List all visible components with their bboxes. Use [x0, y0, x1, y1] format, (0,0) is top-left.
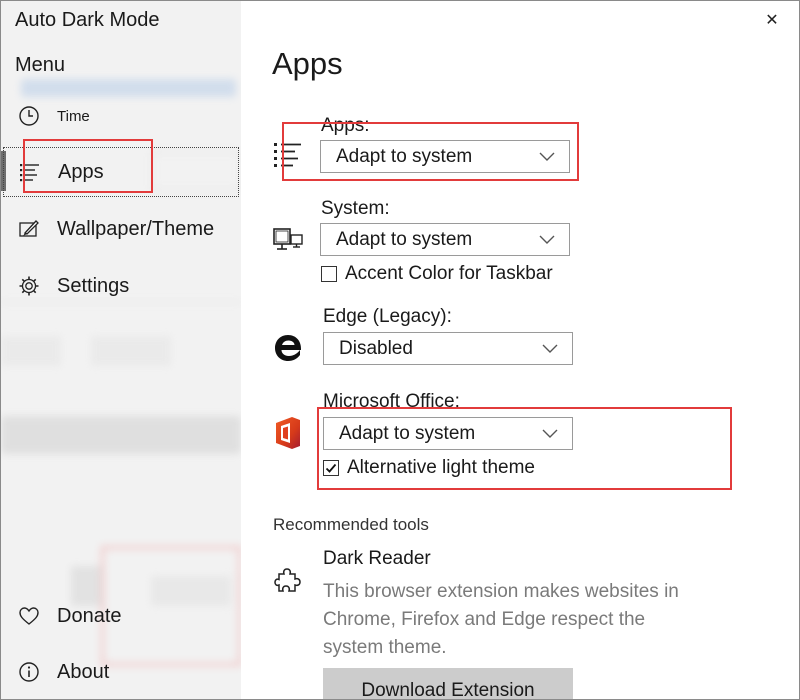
- puzzle-icon: [271, 563, 305, 597]
- office-label: Microsoft Office:: [323, 391, 460, 412]
- sidebar-item-wallpaper-theme[interactable]: Wallpaper/Theme: [1, 204, 241, 254]
- sidebar-item-label: Time: [57, 107, 90, 125]
- close-icon: ✕: [765, 12, 779, 29]
- checkmark-icon: [325, 463, 337, 473]
- edge-icon: [271, 331, 305, 365]
- sidebar: Auto Dark Mode Menu Time Apps Wallpaper/…: [1, 1, 241, 699]
- chevron-down-icon: [542, 429, 558, 438]
- sidebar-item-label: Apps: [58, 160, 104, 183]
- menu-heading: Menu: [15, 54, 66, 76]
- accent-color-taskbar-option[interactable]: Accent Color for Taskbar: [321, 263, 553, 285]
- sidebar-item-about[interactable]: About: [1, 647, 241, 697]
- app-window: Auto Dark Mode Menu Time Apps Wallpaper/…: [0, 0, 800, 700]
- clock-icon: [17, 104, 41, 128]
- gear-icon: [17, 274, 41, 298]
- edge-theme-value: Disabled: [339, 337, 413, 359]
- monitor-icon: [271, 223, 305, 257]
- apps-theme-value: Adapt to system: [336, 145, 473, 167]
- alternative-light-theme-checkbox[interactable]: [323, 460, 339, 476]
- sidebar-item-label: About: [57, 660, 110, 683]
- info-icon: [17, 660, 41, 684]
- sidebar-item-donate[interactable]: Donate: [1, 591, 241, 641]
- accent-color-checkbox[interactable]: [321, 266, 337, 282]
- page-title: Apps: [272, 46, 343, 81]
- system-theme-value: Adapt to system: [336, 228, 473, 250]
- alternative-light-theme-option[interactable]: Alternative light theme: [323, 457, 535, 479]
- sidebar-item-label: Settings: [57, 274, 130, 297]
- system-theme-select[interactable]: Adapt to system: [320, 223, 570, 256]
- chevron-down-icon: [539, 152, 555, 161]
- system-label: System:: [321, 198, 390, 219]
- list-icon: [18, 160, 42, 184]
- heart-icon: [17, 604, 41, 628]
- sidebar-item-time[interactable]: Time: [1, 91, 241, 141]
- edge-theme-select[interactable]: Disabled: [323, 332, 573, 365]
- chevron-down-icon: [539, 235, 555, 244]
- close-button[interactable]: ✕: [761, 9, 783, 31]
- tool-description: This browser extension makes websites in…: [323, 581, 679, 658]
- list-icon: [271, 137, 305, 171]
- sidebar-item-settings[interactable]: Settings: [1, 261, 241, 311]
- download-extension-button[interactable]: Download Extension: [323, 668, 573, 699]
- sidebar-item-label: Donate: [57, 604, 122, 627]
- apps-label: Apps:: [321, 115, 370, 136]
- tool-name: Dark Reader: [323, 548, 431, 569]
- sidebar-item-label: Wallpaper/Theme: [57, 217, 215, 240]
- brush-icon: [17, 217, 41, 241]
- office-theme-select[interactable]: Adapt to system: [323, 417, 573, 450]
- window-title: Auto Dark Mode: [15, 9, 160, 31]
- alternative-light-theme-label: Alternative light theme: [347, 457, 535, 478]
- apps-theme-select[interactable]: Adapt to system: [320, 140, 570, 173]
- recommended-tools-heading: Recommended tools: [273, 515, 429, 534]
- office-theme-value: Adapt to system: [339, 422, 476, 444]
- accent-color-label: Accent Color for Taskbar: [345, 263, 553, 284]
- chevron-down-icon: [542, 344, 558, 353]
- office-icon: [271, 416, 305, 450]
- edge-label: Edge (Legacy):: [323, 306, 452, 327]
- sidebar-item-apps[interactable]: Apps: [3, 147, 239, 197]
